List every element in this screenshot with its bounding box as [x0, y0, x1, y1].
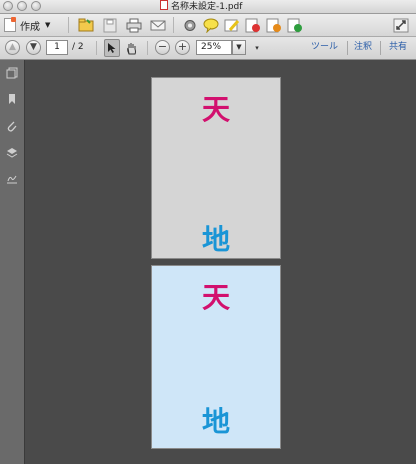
document-view[interactable]: 天 地 天 地 [25, 60, 416, 464]
minus-icon: − [157, 40, 168, 53]
arrow-up-icon: ▲ [9, 42, 16, 52]
share-link[interactable]: 共有 [389, 40, 407, 55]
fullscreen-icon [393, 18, 409, 32]
fullscreen-button[interactable] [393, 16, 409, 34]
page-top-text: 天 [201, 281, 230, 314]
hand-icon [127, 42, 136, 54]
paperclip-icon [7, 121, 17, 132]
title-bar: 名称未設定-1.pdf [0, 0, 416, 14]
attachments-button[interactable] [6, 120, 18, 132]
comment-button[interactable] [203, 16, 219, 34]
close-window-button[interactable] [3, 1, 13, 11]
page-number-input[interactable]: 1 [46, 40, 68, 55]
stamp-icon [245, 18, 260, 32]
zoom-in-button[interactable]: + [175, 40, 190, 55]
page-top-text: 天 [201, 93, 230, 126]
window-title: 名称未設定-1.pdf [160, 0, 242, 13]
next-page-button[interactable]: ▼ [26, 40, 41, 55]
email-icon [150, 20, 166, 30]
signature-icon [7, 175, 17, 184]
create-button[interactable]: 作成 ▼ [4, 16, 50, 34]
print-icon [126, 18, 142, 32]
email-button[interactable] [150, 16, 166, 34]
pdf-page-1[interactable]: 天 地 [151, 77, 281, 259]
chevron-down-icon: ▾ [255, 44, 259, 52]
page-total-label: / 2 [72, 42, 84, 52]
export-icon [287, 18, 302, 32]
page-bottom-text: 地 [201, 405, 230, 438]
stamp-button[interactable] [245, 16, 261, 34]
navigation-pane [0, 60, 25, 464]
toolbar-divider [380, 41, 381, 55]
zoom-window-button[interactable] [31, 1, 41, 11]
tools-link[interactable]: ツール [311, 40, 338, 55]
layers-icon [6, 148, 18, 158]
toolbar-divider [173, 17, 174, 33]
chevron-down-icon: ▼ [236, 43, 242, 51]
signatures-button[interactable] [6, 173, 18, 185]
navigation-toolbar: ▲ ▼ 1 / 2 − + 25% ▼ ▾ ツール 注釈 共有 [0, 37, 416, 60]
open-button[interactable] [78, 16, 94, 34]
minimize-window-button[interactable] [17, 1, 27, 11]
toolbar-divider [147, 41, 148, 55]
app-window: 名称未設定-1.pdf 作成 ▼ ▲ ▼ 1 / 2 − + 25% ▼ ▾ ツ… [0, 0, 416, 464]
layers-button[interactable] [6, 147, 18, 159]
plus-icon: + [177, 40, 188, 53]
more-options-button[interactable]: ▾ [252, 39, 262, 57]
select-tool-button[interactable] [104, 39, 120, 57]
previous-page-button[interactable]: ▲ [5, 40, 20, 55]
highlight-button[interactable] [224, 16, 240, 34]
page-thumbnails-button[interactable] [6, 67, 18, 79]
attach-button[interactable] [266, 16, 282, 34]
hand-tool-button[interactable] [124, 39, 140, 57]
zoom-out-button[interactable]: − [155, 40, 170, 55]
pdf-page-2[interactable]: 天 地 [151, 265, 281, 449]
attach-icon [266, 18, 281, 32]
thumbnails-icon [6, 67, 18, 79]
create-icon [4, 17, 16, 32]
zoom-dropdown-button[interactable]: ▼ [232, 40, 246, 55]
cursor-icon [108, 43, 116, 53]
save-icon [103, 18, 117, 32]
arrow-down-icon: ▼ [30, 42, 37, 52]
main-toolbar: 作成 ▼ [0, 14, 416, 37]
zoom-level-input[interactable]: 25% [196, 40, 232, 55]
settings-button[interactable] [182, 16, 198, 34]
comment-icon [203, 18, 219, 33]
export-button[interactable] [287, 16, 303, 34]
open-folder-icon [78, 18, 94, 31]
highlight-icon [224, 19, 240, 31]
toolbar-divider [68, 17, 69, 33]
comment-link[interactable]: 注釈 [354, 40, 372, 55]
save-button[interactable] [102, 16, 118, 34]
gear-icon [184, 19, 196, 31]
toolbar-divider [96, 41, 97, 55]
page-bottom-text: 地 [201, 223, 230, 256]
bookmark-icon [9, 94, 15, 104]
bookmarks-button[interactable] [6, 93, 18, 105]
pdf-file-icon [160, 0, 168, 10]
toolbar-divider [347, 41, 348, 55]
chevron-down-icon: ▼ [45, 21, 51, 29]
print-button[interactable] [126, 16, 142, 34]
